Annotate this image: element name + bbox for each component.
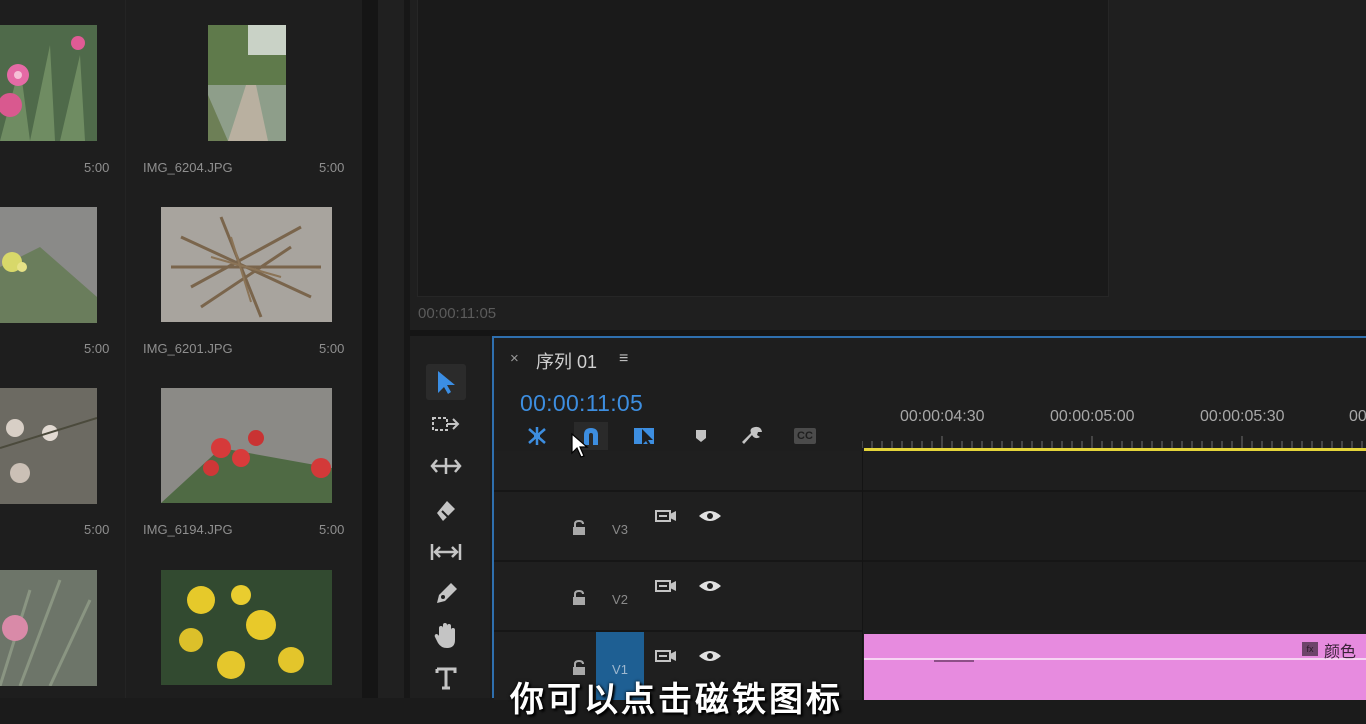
video-subtitle: 你可以点击磁铁图标 [510, 681, 843, 719]
timeline-panel: × 序列 01 ≡ 00:00:11:05 CC 00:00:04:30 00:… [492, 336, 1366, 700]
thumbnail [161, 207, 332, 322]
nest-sequence-icon [528, 427, 546, 445]
bin-item-pink-clove[interactable] [0, 543, 125, 724]
selection-tool[interactable] [426, 364, 466, 400]
razor-tool[interactable] [426, 492, 466, 528]
thumbnail [0, 388, 97, 504]
program-monitor: 00:00:11:05 [410, 0, 1366, 330]
thumbnail [0, 207, 97, 323]
ruler-label: 00:00:05:30 [1200, 408, 1285, 425]
nest-insert-toggle[interactable] [520, 422, 554, 450]
mouse-cursor-icon [571, 433, 589, 458]
sync-lock-toggle[interactable] [648, 572, 684, 600]
visibility-toggle[interactable] [692, 502, 728, 530]
playhead-timecode[interactable]: 00:00:11:05 [520, 390, 643, 417]
close-icon[interactable]: × [510, 350, 519, 367]
pen-tool[interactable] [426, 576, 466, 612]
bin-item-img-6194[interactable]: IMG_6194.JPG 5:00 [128, 362, 363, 543]
ruler-ticks [862, 436, 1363, 448]
eye-icon [699, 581, 721, 591]
ruler-label: 00 [1349, 408, 1366, 425]
sequence-tab-title[interactable]: 序列 01 [536, 348, 597, 374]
marker-icon [696, 430, 706, 442]
panel-gutter [378, 0, 404, 698]
sync-lock-toggle[interactable] [648, 642, 684, 670]
fx-badge-icon[interactable]: fx [1302, 642, 1318, 656]
track-select-tool[interactable] [426, 406, 466, 442]
bin-item-img-6204[interactable]: IMG_6204.JPG 5:00 [128, 0, 363, 181]
track-select-icon [432, 417, 460, 431]
bin-item-yellow-flowers[interactable] [128, 543, 363, 724]
lock-icon[interactable] [572, 519, 586, 541]
cc-icon: CC [794, 428, 816, 444]
ripple-edit-tool[interactable] [426, 448, 466, 484]
bin-item-white-blossom[interactable]: 5:00 [0, 362, 125, 543]
tools-panel [410, 336, 490, 698]
hand-icon [434, 623, 455, 648]
visibility-toggle[interactable] [692, 572, 728, 600]
thumbnail [161, 570, 332, 685]
track-lane-v2[interactable] [863, 560, 1366, 630]
ruler-label: 00:00:05:00 [1050, 408, 1135, 425]
ruler-label: 00:00:04:30 [900, 408, 985, 425]
item-duration: 5:00 [84, 341, 110, 356]
track-name: V3 [612, 522, 628, 537]
captions-button[interactable]: CC [788, 422, 822, 450]
item-duration: 5:00 [319, 341, 345, 356]
clip-name: 颜色 [1324, 644, 1357, 661]
track-output-icon [655, 650, 676, 662]
type-tool[interactable] [426, 660, 466, 696]
ripple-edit-icon [430, 458, 462, 474]
track-output-icon [655, 580, 676, 592]
video-clip[interactable]: fx 颜色 [864, 634, 1366, 700]
slip-tool[interactable] [426, 534, 466, 570]
panel-menu-icon[interactable]: ≡ [619, 350, 628, 368]
project-bin-panel: 5:00 IMG_6204.JPG 5:00 5:00 IMG_6201.JPG… [0, 0, 362, 698]
item-filename: IMG_6194.JPG [143, 522, 233, 537]
item-duration: 5:00 [319, 522, 345, 537]
track-header-spacer [494, 451, 862, 491]
thumbnail [161, 388, 332, 503]
slip-icon [430, 544, 462, 560]
track-header-v2[interactable]: V2 [494, 560, 862, 630]
item-filename: IMG_6201.JPG [143, 341, 233, 356]
thumbnail [0, 25, 97, 141]
header-divider [862, 451, 863, 700]
eye-icon [699, 651, 721, 661]
bin-item-yellow-blossom[interactable]: 5:00 [0, 181, 125, 362]
eye-icon [699, 511, 721, 521]
thumbnail [0, 570, 97, 686]
wrench-icon [742, 426, 762, 444]
bin-column-divider [125, 0, 126, 698]
bin-item-img-6201[interactable]: IMG_6201.JPG 5:00 [128, 181, 363, 362]
monitor-timecode[interactable]: 00:00:11:05 [418, 305, 496, 322]
track-output-icon [655, 510, 676, 522]
item-filename: IMG_6204.JPG [143, 160, 233, 175]
bin-item-flower-pink[interactable]: 5:00 [0, 0, 125, 181]
panel-gutter [362, 0, 378, 698]
track-lane-v3[interactable] [863, 490, 1366, 560]
monitor-video-area[interactable] [417, 0, 1109, 297]
track-header-v3[interactable]: V3 [494, 490, 862, 560]
item-duration: 5:00 [84, 522, 110, 537]
thumbnail [208, 25, 286, 141]
sync-lock-toggle[interactable] [648, 502, 684, 530]
linked-selection-icon [634, 428, 654, 446]
pen-icon [437, 583, 457, 603]
work-area-bar[interactable] [864, 448, 1366, 451]
timeline-settings-button[interactable] [736, 422, 770, 450]
type-icon [435, 667, 457, 690]
track-name: V2 [612, 592, 628, 607]
item-duration: 5:00 [319, 160, 345, 175]
lock-icon[interactable] [572, 589, 586, 611]
hand-tool[interactable] [426, 618, 466, 654]
linked-selection-toggle[interactable] [628, 422, 662, 450]
razor-icon [437, 501, 455, 521]
add-marker-button[interactable] [684, 422, 718, 450]
visibility-toggle[interactable] [692, 642, 728, 670]
clip-keyframe-segment [934, 660, 974, 662]
selection-arrow-icon [438, 371, 455, 394]
item-duration: 5:00 [84, 160, 110, 175]
